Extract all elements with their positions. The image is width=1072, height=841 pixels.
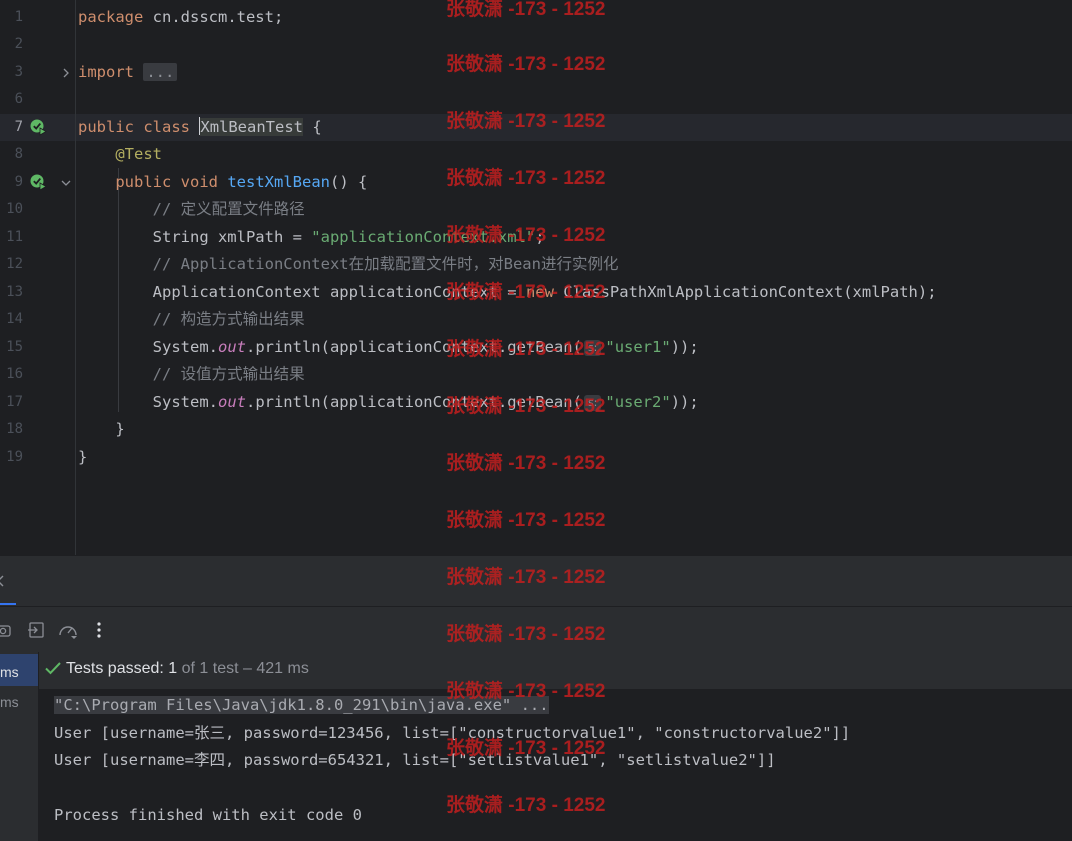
line-number: 17: [6, 394, 23, 410]
camera-icon[interactable]: [0, 621, 12, 639]
line-number: 13: [6, 284, 23, 300]
code-line[interactable]: 7 public class XmlBeanTest {: [0, 114, 1072, 141]
code-line[interactable]: 3 import ...: [0, 59, 1072, 86]
semicolon: ;: [535, 228, 545, 246]
chevron-right-icon[interactable]: [60, 67, 72, 79]
code-line[interactable]: 2: [0, 31, 1072, 58]
variable-declaration: String xmlPath =: [152, 228, 312, 246]
method-call: .println(applicationContext.getBean(: [245, 338, 582, 356]
parameter-hint: s:: [583, 340, 602, 356]
line-number: 10: [6, 201, 23, 217]
brace: }: [115, 420, 125, 438]
check-icon: [45, 662, 61, 675]
comment: // ApplicationContext在加载配置文件时，对Bean进行实例化: [152, 255, 619, 273]
code-editor[interactable]: 1 package cn.dsscm.test; 2 3 import ... …: [0, 0, 1072, 555]
call-close: ));: [670, 393, 699, 411]
more-options-icon[interactable]: [94, 620, 104, 640]
run-test-icon[interactable]: [29, 118, 47, 136]
active-tab-indicator: [0, 603, 16, 605]
code-line[interactable]: 16 // 设值方式输出结果: [0, 361, 1072, 388]
line-number: 16: [6, 366, 23, 382]
method-signature: () {: [330, 173, 368, 191]
comment: // 设值方式输出结果: [152, 365, 305, 383]
line-number: 14: [6, 311, 23, 327]
tree-item-duration[interactable]: ms: [0, 664, 19, 680]
status-summary: of 1 test – 421 ms: [181, 660, 309, 677]
comment: // 定义配置文件路径: [152, 200, 305, 218]
chevron-left-icon[interactable]: [0, 574, 6, 588]
variable-declaration: ApplicationContext applicationContext =: [152, 283, 526, 301]
keyword: new: [525, 283, 554, 301]
brace: {: [303, 118, 322, 136]
status-passed-label: Tests passed:: [66, 660, 164, 677]
console-line[interactable]: "C:\Program Files\Java\jdk1.8.0_291\bin\…: [54, 692, 549, 719]
line-number: 9: [14, 174, 23, 190]
comment: // 构造方式输出结果: [152, 310, 305, 328]
keyword: import: [78, 63, 134, 81]
keyword: public: [78, 118, 134, 136]
code-line[interactable]: 14 // 构造方式输出结果: [0, 306, 1072, 333]
method-name: testXmlBean: [227, 173, 330, 191]
string-literal: "user2": [605, 393, 671, 411]
class-name[interactable]: XmlBeanTest: [200, 118, 304, 136]
static-field: out: [217, 393, 246, 411]
class-ref: System.: [152, 393, 218, 411]
annotation: @Test: [115, 145, 162, 163]
code-line[interactable]: 17 System.out.println(applicationContext…: [0, 389, 1072, 416]
call-close: ));: [670, 338, 699, 356]
folded-imports[interactable]: ...: [143, 63, 178, 81]
code-line[interactable]: 1 package cn.dsscm.test;: [0, 4, 1072, 31]
line-number: 12: [6, 256, 23, 272]
keyword: void: [180, 173, 218, 191]
line-number: 8: [14, 146, 23, 162]
code-line[interactable]: 9 public void testXmlBean() {: [0, 169, 1072, 196]
line-number: 3: [14, 64, 23, 80]
line-number: 6: [14, 91, 23, 107]
line-number: 18: [6, 421, 23, 437]
line-number: 7: [14, 119, 23, 135]
keyword: package: [78, 8, 144, 26]
test-status: Tests passed: 1 of 1 test – 421 ms: [66, 660, 309, 678]
code-line[interactable]: 10 // 定义配置文件路径: [0, 196, 1072, 223]
tree-item-duration[interactable]: ms: [0, 694, 19, 710]
test-tree[interactable]: ms ms: [0, 652, 39, 841]
line-number: 15: [6, 339, 23, 355]
package-name: cn.dsscm.test;: [143, 8, 284, 26]
run-test-icon[interactable]: [29, 173, 47, 191]
code-line[interactable]: 18 }: [0, 416, 1072, 443]
status-count: 1: [168, 660, 178, 677]
code-line[interactable]: 15 System.out.println(applicationContext…: [0, 334, 1072, 361]
code-line[interactable]: 11 String xmlPath = "applicationContext.…: [0, 224, 1072, 251]
console-command[interactable]: "C:\Program Files\Java\jdk1.8.0_291\bin\…: [54, 696, 549, 714]
export-icon[interactable]: [27, 620, 47, 640]
coverage-gauge-icon[interactable]: [57, 620, 79, 640]
line-number: 2: [14, 36, 23, 52]
tool-window-header[interactable]: [0, 555, 1072, 606]
method-call: .println(applicationContext.getBean(: [245, 393, 582, 411]
code-line[interactable]: 19 }: [0, 444, 1072, 471]
console-line: User [username=张三, password=123456, list…: [54, 724, 851, 742]
chevron-down-icon[interactable]: [60, 177, 72, 189]
line-number: 19: [6, 449, 23, 465]
parameter-hint: s:: [583, 395, 602, 411]
brace: }: [78, 448, 88, 466]
static-field: out: [217, 338, 246, 356]
code-line[interactable]: 6: [0, 86, 1072, 113]
code-line[interactable]: 8 @Test: [0, 141, 1072, 168]
constructor-call: ClassPathXmlApplicationContext(xmlPath);: [553, 283, 937, 301]
console-line: User [username=李四, password=654321, list…: [54, 751, 776, 769]
string-literal: "user1": [605, 338, 671, 356]
line-number: 11: [6, 229, 23, 245]
class-ref: System.: [152, 338, 218, 356]
keyword: public: [115, 173, 172, 191]
keyword: class: [143, 118, 191, 136]
run-toolbar: [0, 606, 1072, 653]
code-line[interactable]: 12 // ApplicationContext在加载配置文件时，对Bean进行…: [0, 251, 1072, 278]
line-number: 1: [14, 9, 23, 25]
code-line[interactable]: 13 ApplicationContext applicationContext…: [0, 279, 1072, 306]
console-line: Process finished with exit code 0: [54, 806, 362, 824]
string-literal: "applicationContext.xml": [311, 228, 536, 246]
